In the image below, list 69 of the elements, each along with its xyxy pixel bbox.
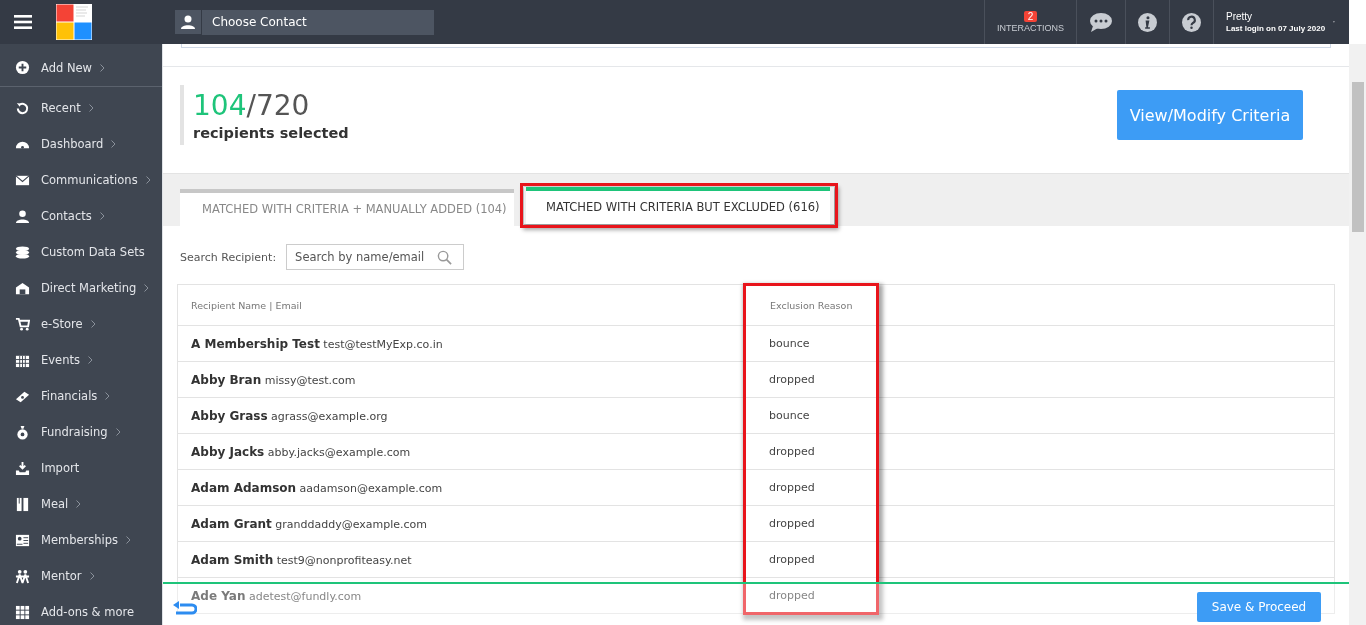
notification-count: 2: [1023, 11, 1038, 22]
nav-icon: [15, 280, 30, 296]
table-cell-text: bounce: [768, 409, 811, 422]
sidebar-item[interactable]: Contacts: [0, 198, 162, 234]
sidebar-item[interactable]: Recent: [0, 90, 162, 126]
search-icon: [437, 249, 453, 265]
column-header: Exclusion Reason: [769, 299, 854, 311]
scrollbar[interactable]: [1349, 44, 1366, 625]
search-field[interactable]: Search by name/email: [286, 244, 465, 270]
sidebar-item[interactable]: e-Store: [0, 306, 162, 342]
table-cell-text: dropped: [768, 373, 816, 386]
nav-icon: [15, 100, 30, 116]
scroll-thumb[interactable]: [1351, 82, 1364, 232]
sidebar-item[interactable]: Events: [0, 342, 162, 378]
nav-icon: [15, 208, 30, 224]
table-cell-text: bounce: [768, 337, 811, 350]
interactions-button[interactable]: 2 INTERACTIONS: [997, 11, 1064, 33]
table-cell-text: dropped: [768, 517, 816, 530]
table-cell-text: Abby Jacks abby.jacks@example.com: [190, 444, 412, 459]
table-cell-text: dropped: [768, 589, 816, 602]
nav-icon: [15, 532, 30, 548]
nav-icon: [15, 604, 30, 620]
tab[interactable]: MATCHED WITH CRITERIA + MANUALLY ADDED (104): [180, 189, 514, 226]
last-login: Last login on 07 July 2020: [1226, 24, 1326, 33]
nav-icon: [15, 172, 30, 188]
sidebar-item[interactable]: Import: [0, 450, 162, 486]
table-cell-text: Abby Grass agrass@example.org: [190, 408, 389, 423]
sidebar-item[interactable]: Financials: [0, 378, 162, 414]
selected-count: 104: [193, 89, 247, 122]
nav-icon: [15, 244, 30, 260]
table-cell-text: dropped: [768, 481, 816, 494]
contact-field[interactable]: Choose Contact: [202, 9, 434, 35]
interactions-label: INTERACTIONS: [997, 23, 1064, 33]
sidebar-item[interactable]: Dashboard: [0, 126, 162, 162]
person-icon: [175, 9, 201, 34]
table-cell-text: Adam Adamson aadamson@example.com: [190, 480, 444, 495]
back-arrow-icon[interactable]: [173, 601, 197, 617]
sidebar-item[interactable]: Direct Marketing: [0, 270, 162, 306]
nav-icon: [15, 316, 30, 332]
menu-icon[interactable]: [14, 15, 32, 29]
table-cell-text: Adam Smith test9@nonprofiteasy.net: [190, 552, 413, 567]
table-cell-text: A Membership Test test@testMyExp.co.in: [190, 336, 444, 351]
sidebar-item[interactable]: Meal: [0, 486, 162, 522]
nav-icon: [15, 568, 30, 584]
summary-caption: recipients selected: [193, 125, 350, 141]
table-cell-text: Abby Bran missy@test.com: [190, 372, 357, 387]
user-name: Pretty: [1226, 11, 1254, 22]
tab[interactable]: MATCHED WITH CRITERIA BUT EXCLUDED (616): [526, 187, 830, 224]
nav-icon: [15, 60, 30, 75]
help-icon[interactable]: [1182, 12, 1201, 32]
table-cell-text: dropped: [768, 553, 816, 566]
logo-icon[interactable]: [56, 4, 92, 40]
nav-icon: [15, 424, 30, 440]
nav-icon: [15, 496, 30, 512]
sidebar-item[interactable]: Fundraising: [0, 414, 162, 450]
total-count: /720: [246, 89, 310, 122]
sidebar-item[interactable]: Communications: [0, 162, 162, 198]
table-cell-text: Ade Yan adetest@fundly.com: [190, 588, 363, 603]
table-cell-text: Adam Grant granddaddy@example.com: [190, 516, 429, 531]
column-header: Recipient Name | Email: [190, 299, 303, 311]
chat-icon[interactable]: [1089, 12, 1113, 32]
table-cell-text: dropped: [768, 445, 816, 458]
info-icon[interactable]: [1138, 12, 1157, 32]
sidebar-item[interactable]: Custom Data Sets: [0, 234, 162, 270]
search-label: Search Recipient:: [180, 250, 277, 264]
sidebar-item[interactable]: Mentor: [0, 558, 162, 594]
nav-icon: [15, 460, 30, 476]
sidebar-item[interactable]: Memberships: [0, 522, 162, 558]
sidebar-item[interactable]: Add-ons & more: [0, 594, 162, 625]
